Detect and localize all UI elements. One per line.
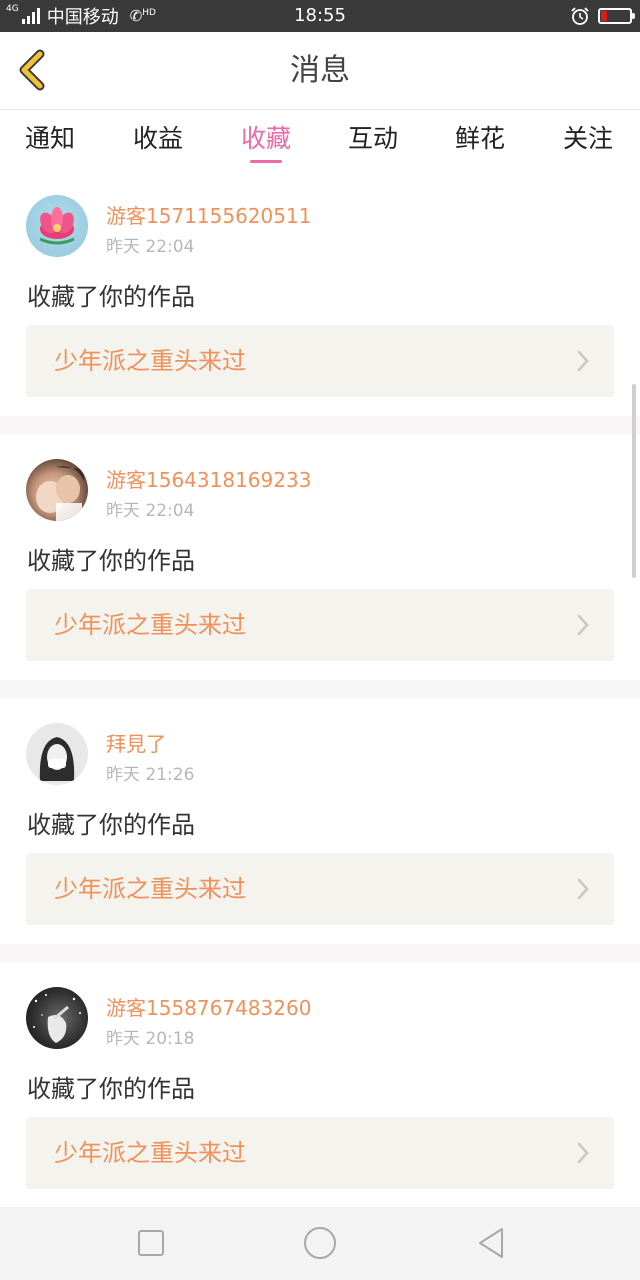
timestamp: 昨天 20:18 (106, 1029, 195, 1049)
tab-notifications[interactable]: 通知 (0, 111, 100, 169)
status-right (570, 0, 635, 32)
divider (0, 944, 640, 962)
username[interactable]: 拜見了 (106, 728, 166, 757)
username[interactable]: 游客1564318169233 (106, 464, 311, 493)
divider (0, 416, 640, 434)
username[interactable]: 游客1571155620511 (106, 200, 311, 229)
message-list: 游客1571155620511 昨天 22:04 收藏了你的作品 少年派之重头来… (0, 170, 640, 1208)
timestamp: 昨天 21:26 (106, 765, 195, 785)
work-title: 少年派之重头来过 (54, 347, 246, 375)
work-title: 少年派之重头来过 (54, 611, 246, 639)
navigation-bar (0, 1207, 640, 1280)
message-item: 游客1571155620511 昨天 22:04 收藏了你的作品 少年派之重头来… (0, 170, 640, 416)
work-link[interactable]: 少年派之重头来过 (26, 589, 614, 661)
status-time: 18:55 (294, 5, 346, 26)
dark-avatar[interactable] (26, 987, 88, 1049)
work-link[interactable]: 少年派之重头来过 (26, 1117, 614, 1189)
chevron-right-icon (577, 878, 589, 900)
scrollbar[interactable] (632, 384, 636, 578)
page-title: 消息 (290, 53, 350, 88)
work-title: 少年派之重头来过 (54, 875, 246, 903)
circle-icon[interactable] (302, 1225, 338, 1261)
alarm-icon (571, 7, 589, 25)
timestamp: 昨天 22:04 (106, 237, 195, 257)
battery-icon (598, 8, 635, 24)
action-text: 收藏了你的作品 (27, 547, 195, 575)
tab-flowers[interactable]: 鲜花 (430, 111, 530, 169)
status-bar: 4G 中国移动 ✆HD 18:55 (0, 0, 640, 32)
battery-level (601, 11, 607, 21)
tab-bar: 通知 收益 收藏 互动 鲜花 关注 (0, 111, 640, 169)
chevron-right-icon (577, 614, 589, 636)
work-link[interactable]: 少年派之重头来过 (26, 853, 614, 925)
active-tab-indicator (250, 160, 282, 163)
action-text: 收藏了你的作品 (27, 1075, 195, 1103)
triangle-back-icon[interactable] (474, 1225, 510, 1261)
work-title: 少年派之重头来过 (54, 1139, 246, 1167)
girl-avatar[interactable] (26, 723, 88, 785)
action-text: 收藏了你的作品 (27, 811, 195, 839)
message-item: 游客1558767483260 昨天 20:18 收藏了你的作品 少年派之重头来… (0, 962, 640, 1208)
lotus-avatar[interactable] (26, 195, 88, 257)
tab-interactions[interactable]: 互动 (323, 111, 423, 169)
tab-follows[interactable]: 关注 (538, 111, 638, 169)
divider (0, 680, 640, 698)
square-icon[interactable] (133, 1225, 169, 1261)
chevron-right-icon (577, 1142, 589, 1164)
username[interactable]: 游客1558767483260 (106, 992, 311, 1021)
action-text: 收藏了你的作品 (27, 283, 195, 311)
tab-earnings[interactable]: 收益 (108, 111, 208, 169)
message-item: 游客1564318169233 昨天 22:04 收藏了你的作品 少年派之重头来… (0, 434, 640, 680)
photo-avatar[interactable] (26, 459, 88, 521)
timestamp: 昨天 22:04 (106, 501, 195, 521)
header: 消息 (0, 32, 640, 110)
message-item: 拜見了 昨天 21:26 收藏了你的作品 少年派之重头来过 (0, 698, 640, 944)
tab-favorites[interactable]: 收藏 (216, 111, 316, 169)
chevron-right-icon (577, 350, 589, 372)
work-link[interactable]: 少年派之重头来过 (26, 325, 614, 397)
tab-favorites-label: 收藏 (240, 124, 291, 153)
